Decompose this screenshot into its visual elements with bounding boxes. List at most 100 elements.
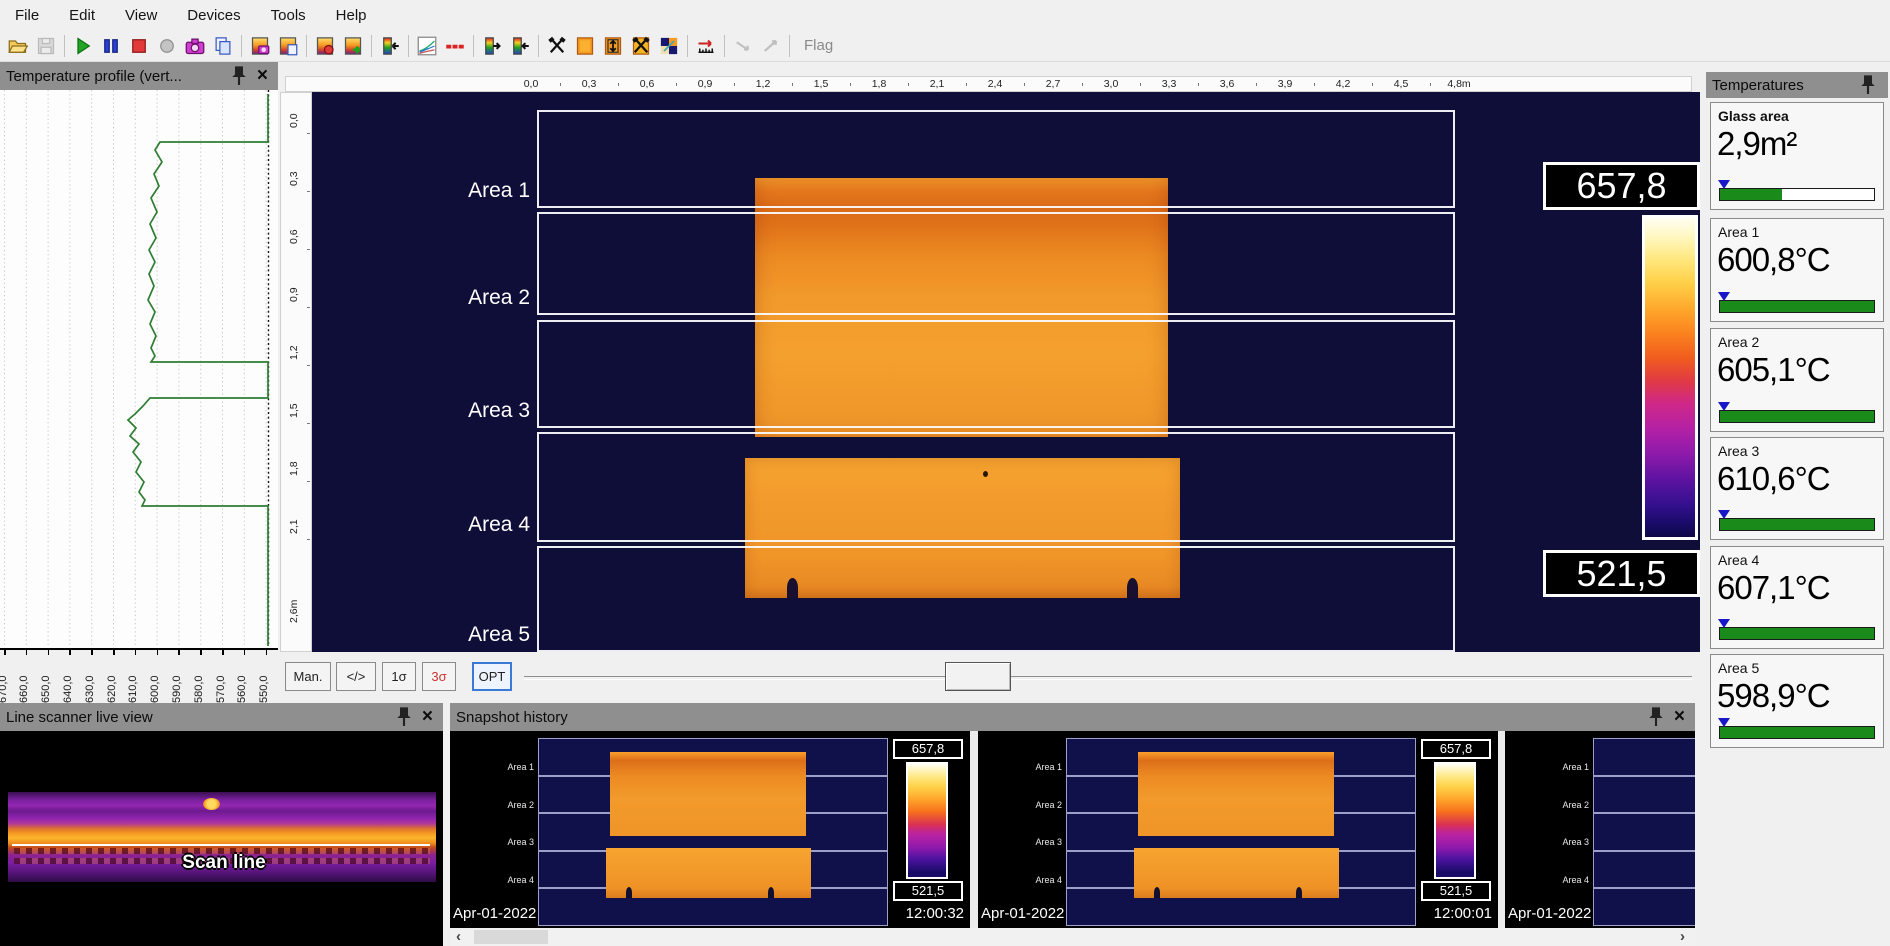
- reading-area-4[interactable]: Area 4607,1°C: [1710, 546, 1884, 649]
- pin-icon[interactable]: [1860, 77, 1876, 93]
- stop-icon[interactable]: [126, 33, 152, 59]
- menu-devices[interactable]: Devices: [172, 3, 255, 28]
- record-snapshot-icon[interactable]: [312, 33, 338, 59]
- toolbar-separator: [538, 35, 539, 57]
- h-ruler-label: 0,6: [630, 78, 664, 90]
- reading-glass-area[interactable]: Glass area2,9m²: [1710, 102, 1884, 210]
- position-slider-track[interactable]: [524, 676, 1692, 680]
- save-image-icon[interactable]: [247, 33, 273, 59]
- pan-icon[interactable]: [730, 33, 756, 59]
- scrollbar-thumb[interactable]: [474, 930, 548, 944]
- snapshot-thumbnail[interactable]: Area 1Area 2Area 3Area 4657,8521,5Apr-01…: [978, 731, 1498, 928]
- palette-shift-left-icon[interactable]: [507, 33, 533, 59]
- measurement-area-box[interactable]: [537, 320, 1455, 428]
- start-icon[interactable]: [70, 33, 96, 59]
- menu-view[interactable]: View: [110, 3, 172, 28]
- menu-help[interactable]: Help: [321, 3, 382, 28]
- reading-bar: [1719, 188, 1875, 201]
- h-ruler-label: 3,0: [1094, 78, 1128, 90]
- measurement-area-box[interactable]: [537, 546, 1455, 652]
- v-ruler-label: 1,5: [288, 374, 300, 418]
- reading-marker-icon: [1718, 510, 1730, 519]
- reading-bar: [1719, 518, 1875, 531]
- close-icon[interactable]: ×: [422, 709, 433, 725]
- profile-axis-label: 640,0: [62, 655, 74, 703]
- red-dashes-icon[interactable]: [442, 33, 468, 59]
- save-icon[interactable]: [33, 33, 59, 59]
- h-ruler-tick: [792, 83, 793, 86]
- scroll-right-icon[interactable]: ›: [1680, 928, 1685, 946]
- reading-label: Area 4: [1711, 547, 1883, 568]
- h-ruler-tick: [1198, 83, 1199, 86]
- palette-import-icon[interactable]: [377, 33, 403, 59]
- v-ruler-label: 0,0: [288, 92, 300, 128]
- profile-axis-label: 650,0: [40, 655, 52, 703]
- v-ruler-label: 1,2: [288, 316, 300, 360]
- line-scanner-title: Line scanner live view: [6, 709, 390, 726]
- thumb-area-box: [1593, 738, 1695, 776]
- close-icon[interactable]: ×: [257, 68, 268, 84]
- h-ruler-tick: [618, 83, 619, 86]
- snapshot-thumbnail[interactable]: Area 1Area 2Area 3Area 4657,8521,5Apr-01…: [450, 731, 970, 928]
- measure-icon[interactable]: [693, 33, 719, 59]
- menu-file[interactable]: File: [0, 3, 54, 28]
- toolbar: Flag: [0, 30, 1890, 62]
- menu-tools[interactable]: Tools: [256, 3, 321, 28]
- control-button-3[interactable]: 3σ: [422, 662, 456, 691]
- h-ruler-label: 2,7: [1036, 78, 1070, 90]
- pin-icon[interactable]: [396, 709, 412, 725]
- temperature-profile-chart: [0, 90, 278, 648]
- pause-icon[interactable]: [98, 33, 124, 59]
- profile-axis-label: 580,0: [193, 655, 205, 703]
- camera-icon[interactable]: [182, 33, 208, 59]
- control-button-man[interactable]: Man.: [285, 662, 331, 691]
- snapshot-thumbnail[interactable]: Area 1Area 2Area 3Area 4657,8521,5Apr-01…: [1505, 731, 1695, 928]
- h-ruler-tick: [734, 83, 735, 86]
- thumb-glass-notch: [1296, 887, 1302, 898]
- copy-image-icon[interactable]: [275, 33, 301, 59]
- control-button-1[interactable]: 1σ: [382, 662, 416, 691]
- measurement-area-box[interactable]: [537, 110, 1455, 208]
- snapshot-scrollbar[interactable]: ‹ ›: [450, 928, 1695, 946]
- copy-icon[interactable]: [210, 33, 236, 59]
- palette-shift-right-icon[interactable]: [479, 33, 505, 59]
- reading-area-3[interactable]: Area 3610,6°C: [1710, 437, 1884, 540]
- record-icon[interactable]: [154, 33, 180, 59]
- thumb-colorbar: [906, 762, 948, 879]
- export-image-icon[interactable]: [340, 33, 366, 59]
- thermal-area-icon[interactable]: [572, 33, 598, 59]
- area-label: Area 4: [396, 513, 530, 537]
- control-button-[interactable]: </>: [336, 662, 376, 691]
- control-button-opt[interactable]: OPT: [472, 662, 512, 691]
- tools-icon[interactable]: [544, 33, 570, 59]
- thumb-area-box: [1593, 888, 1695, 926]
- reading-area-5[interactable]: Area 5598,9°C: [1710, 654, 1884, 748]
- thumb-scale-min: 521,5: [893, 881, 963, 901]
- reading-value: 598,9°C: [1711, 676, 1883, 715]
- h-ruler-label: 0,0: [514, 78, 548, 90]
- menu-edit[interactable]: Edit: [54, 3, 110, 28]
- hot-spot: [203, 798, 220, 810]
- scroll-left-icon[interactable]: ‹: [456, 928, 461, 946]
- thumb-glass-sheet-2: [1134, 848, 1339, 898]
- mosaic-icon[interactable]: [656, 33, 682, 59]
- area-height-icon[interactable]: [600, 33, 626, 59]
- profile-curves-icon[interactable]: [414, 33, 440, 59]
- measurement-area-box[interactable]: [537, 432, 1455, 542]
- zoom-arrow-icon[interactable]: [758, 33, 784, 59]
- reading-area-1[interactable]: Area 1600,8°C: [1710, 218, 1884, 322]
- flag-button[interactable]: Flag: [794, 35, 843, 56]
- open-icon[interactable]: [5, 33, 31, 59]
- pin-icon[interactable]: [231, 68, 247, 84]
- close-icon[interactable]: ×: [1674, 709, 1685, 725]
- h-ruler-tick: [1082, 83, 1083, 86]
- thermal-image-viewport[interactable]: Area 1Area 2Area 3Area 4Area 5 657,8 521…: [312, 92, 1700, 652]
- position-slider-thumb[interactable]: [945, 662, 1011, 691]
- measurement-area-box[interactable]: [537, 212, 1455, 315]
- area-tools-icon[interactable]: [628, 33, 654, 59]
- toolbar-separator: [687, 35, 688, 57]
- reading-bar: [1719, 726, 1875, 739]
- profile-line-chart: [0, 90, 278, 648]
- pin-icon[interactable]: [1648, 709, 1664, 725]
- reading-area-2[interactable]: Area 2605,1°C: [1710, 328, 1884, 432]
